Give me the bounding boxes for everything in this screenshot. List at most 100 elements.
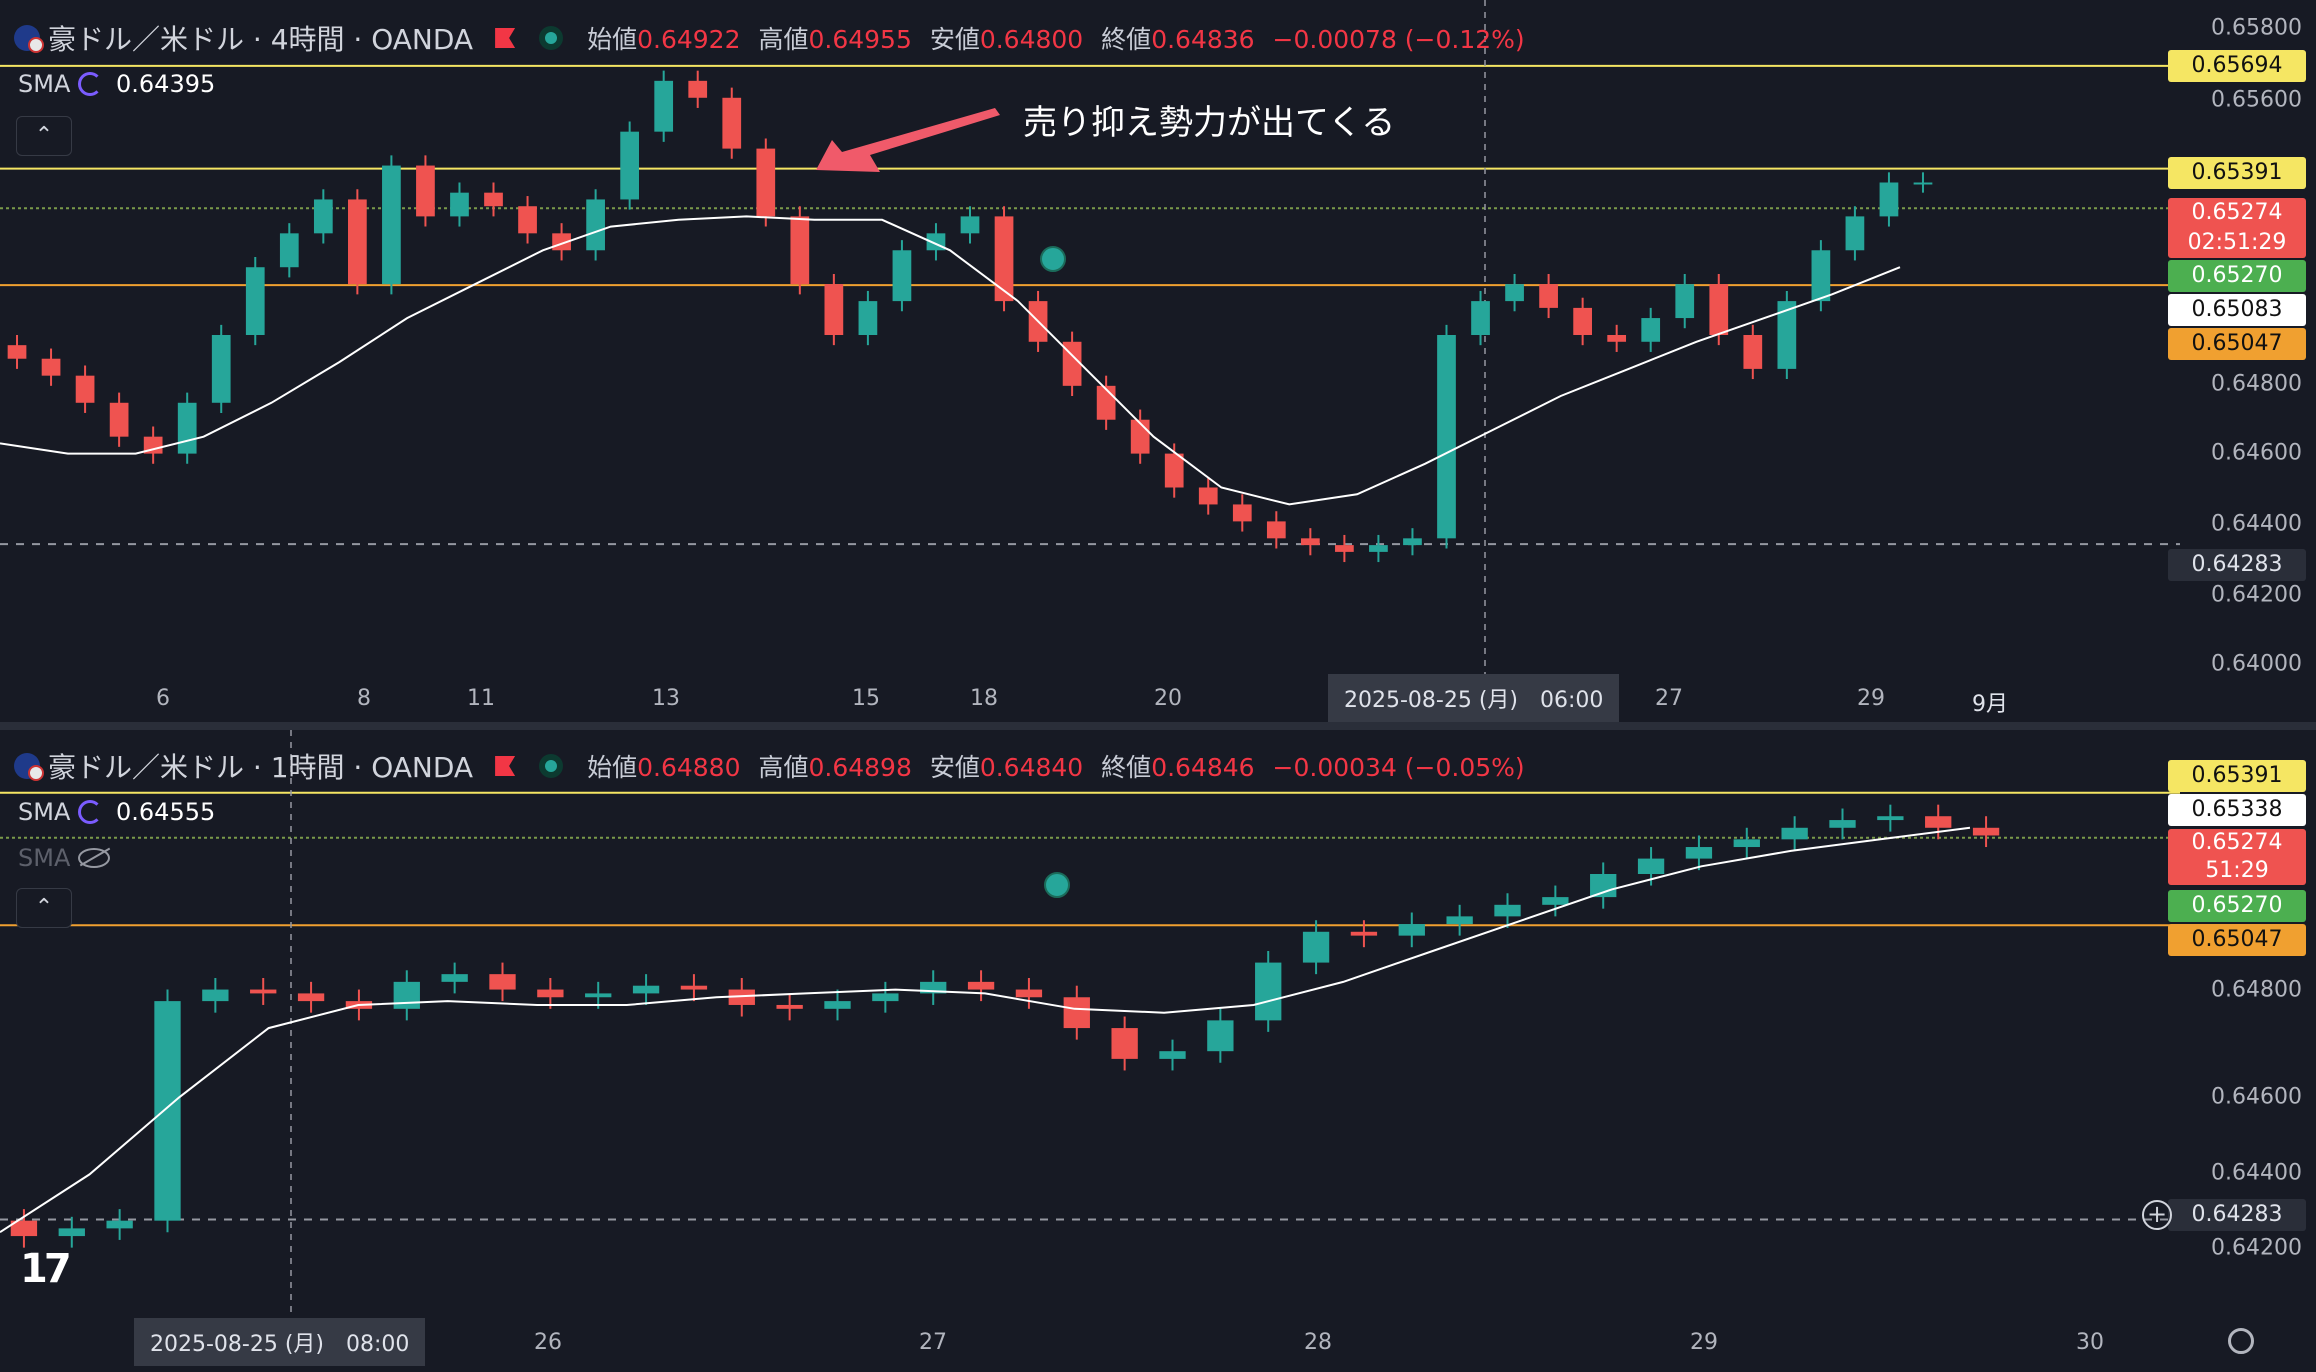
candle-body bbox=[202, 989, 229, 1002]
candle-body bbox=[348, 199, 367, 285]
candle-body bbox=[1471, 301, 1490, 335]
x-axis-label: 11 bbox=[467, 686, 495, 711]
candle-body bbox=[441, 974, 468, 982]
candle-body bbox=[279, 233, 299, 268]
crosshair-date-box: 2025-08-25 (月) 06:00 bbox=[1328, 674, 1620, 722]
x-axis-label: 27 bbox=[1655, 686, 1683, 711]
candle-body bbox=[313, 199, 333, 234]
candle-body bbox=[1130, 419, 1150, 454]
y-axis-label: 0.64800 bbox=[2211, 371, 2302, 397]
candle-body bbox=[620, 131, 640, 200]
candle-body bbox=[824, 284, 844, 335]
price-tag[interactable]: 0.65694 bbox=[2168, 50, 2306, 82]
alarm-icon[interactable] bbox=[1040, 246, 1066, 272]
candle-body bbox=[632, 985, 660, 994]
candle-body bbox=[1159, 1051, 1186, 1059]
candle-body bbox=[1015, 989, 1043, 998]
candle-body bbox=[489, 974, 516, 990]
sma-line bbox=[0, 826, 1971, 1234]
y-axis-label: 0.64400 bbox=[2211, 511, 2302, 537]
candle-body bbox=[1845, 216, 1865, 251]
candle-body bbox=[450, 192, 469, 217]
candle-body bbox=[994, 216, 1014, 302]
settings-gear-icon[interactable] bbox=[2228, 1328, 2254, 1354]
candle-body bbox=[106, 1220, 133, 1229]
flag-marker-icon[interactable] bbox=[495, 28, 516, 48]
candle-body bbox=[1505, 284, 1524, 302]
tradingview-logo[interactable]: 17 bbox=[20, 1246, 72, 1292]
candle-body bbox=[211, 335, 231, 403]
price-tag[interactable]: 0.65391 bbox=[2168, 157, 2306, 189]
symbol-title[interactable]: 豪ドル／米ドル · 4時間 · OANDA bbox=[48, 18, 473, 58]
y-axis-label: 0.64600 bbox=[2211, 440, 2302, 466]
chart-pane-1h[interactable]: 豪ドル／米ドル · 1時間 · OANDA 始値0.64880 高値0.6489… bbox=[0, 730, 2316, 1372]
add-price-line-icon[interactable]: + bbox=[2142, 1200, 2172, 1230]
chart-canvas-1h[interactable] bbox=[0, 730, 2316, 1372]
last-price-tag[interactable]: 0.65274 51:29 bbox=[2168, 829, 2306, 885]
price-tag[interactable]: 0.65083 bbox=[2168, 294, 2306, 326]
market-status-icon[interactable] bbox=[539, 26, 564, 50]
candle-body bbox=[1398, 924, 1425, 936]
price-tag[interactable]: 0.65270 bbox=[2168, 260, 2306, 292]
sma-legend-hidden[interactable]: SMA bbox=[18, 844, 110, 872]
candle-body bbox=[1590, 874, 1617, 898]
candle-body bbox=[1164, 453, 1184, 488]
candle-body bbox=[1232, 504, 1252, 522]
symbol-title[interactable]: 豪ドル／米ドル · 1時間 · OANDA bbox=[48, 746, 473, 786]
candle-body bbox=[1777, 301, 1797, 369]
x-axis-label: 20 bbox=[1154, 686, 1182, 711]
sma-source-icon[interactable] bbox=[78, 72, 102, 96]
x-axis-label: 15 bbox=[852, 686, 880, 711]
y-axis-label: 0.64000 bbox=[2211, 651, 2302, 677]
price-tag[interactable]: 0.65047 bbox=[2168, 328, 2306, 360]
sma-source-icon[interactable] bbox=[78, 800, 102, 824]
price-tag[interactable]: 0.65338 bbox=[2168, 794, 2306, 826]
x-axis-label: 18 bbox=[970, 686, 998, 711]
candle-body bbox=[1302, 931, 1330, 963]
candle-body bbox=[1403, 538, 1422, 546]
price-tag[interactable]: 0.65047 bbox=[2168, 924, 2306, 956]
y-axis-label: 0.64800 bbox=[2211, 977, 2302, 1003]
candle-body bbox=[585, 993, 612, 998]
sma-legend[interactable]: SMA 0.64395 bbox=[18, 70, 215, 98]
market-status-icon[interactable] bbox=[539, 754, 564, 778]
candle-body bbox=[1300, 538, 1320, 546]
chart-header: 豪ドル／米ドル · 4時間 · OANDA 始値0.64922 高値0.6495… bbox=[14, 18, 1535, 58]
collapse-legend-button[interactable]: ⌃ bbox=[16, 888, 72, 928]
candle-body bbox=[1811, 250, 1831, 302]
collapse-legend-button[interactable]: ⌃ bbox=[16, 116, 72, 156]
candle-body bbox=[1637, 858, 1665, 874]
price-tag[interactable]: 0.65391 bbox=[2168, 760, 2306, 792]
candle-body bbox=[58, 1228, 85, 1237]
chart-header: 豪ドル／米ドル · 1時間 · OANDA 始値0.64880 高値0.6489… bbox=[14, 746, 1535, 786]
x-axis-label: 28 bbox=[1304, 1330, 1332, 1355]
y-axis-label: 0.64200 bbox=[2211, 582, 2302, 608]
x-axis-label: 26 bbox=[534, 1330, 562, 1355]
alarm-icon[interactable] bbox=[1044, 872, 1070, 898]
last-price-tag[interactable]: 0.65274 02:51:29 bbox=[2168, 198, 2306, 258]
candle-body bbox=[1437, 335, 1456, 539]
hidden-eye-icon[interactable] bbox=[78, 848, 110, 868]
candle-body bbox=[586, 199, 605, 251]
price-tag[interactable]: 0.65270 bbox=[2168, 890, 2306, 922]
candle-body bbox=[1972, 827, 2000, 836]
candle-body bbox=[688, 80, 708, 98]
candle-body bbox=[484, 192, 503, 207]
crosshair-price-tag: 0.64283 bbox=[2168, 1199, 2306, 1231]
y-axis-label: 0.65600 bbox=[2211, 87, 2302, 113]
annotation-arrow bbox=[816, 108, 1000, 172]
pane-separator[interactable] bbox=[0, 722, 2316, 730]
candle-body bbox=[1675, 284, 1695, 319]
candle-body bbox=[1542, 897, 1569, 905]
x-axis-label: 29 bbox=[1857, 686, 1885, 711]
candle-body bbox=[1266, 521, 1286, 539]
candle-body bbox=[1879, 182, 1899, 217]
ohlc-values: 始値0.64922 高値0.64955 安値0.64800 終値0.64836 … bbox=[587, 25, 1525, 54]
sma-legend[interactable]: SMA 0.64555 bbox=[18, 798, 215, 826]
y-axis-label: 0.64200 bbox=[2211, 1235, 2302, 1261]
x-axis-label: 9月 bbox=[1972, 692, 2008, 717]
flag-marker-icon[interactable] bbox=[495, 756, 516, 776]
x-axis-label: 8 bbox=[357, 686, 371, 711]
chart-pane-4h[interactable]: 豪ドル／米ドル · 4時間 · OANDA 始値0.64922 高値0.6495… bbox=[0, 0, 2316, 722]
annotation-text[interactable]: 売り抑え勢力が出てくる bbox=[1023, 95, 1395, 144]
